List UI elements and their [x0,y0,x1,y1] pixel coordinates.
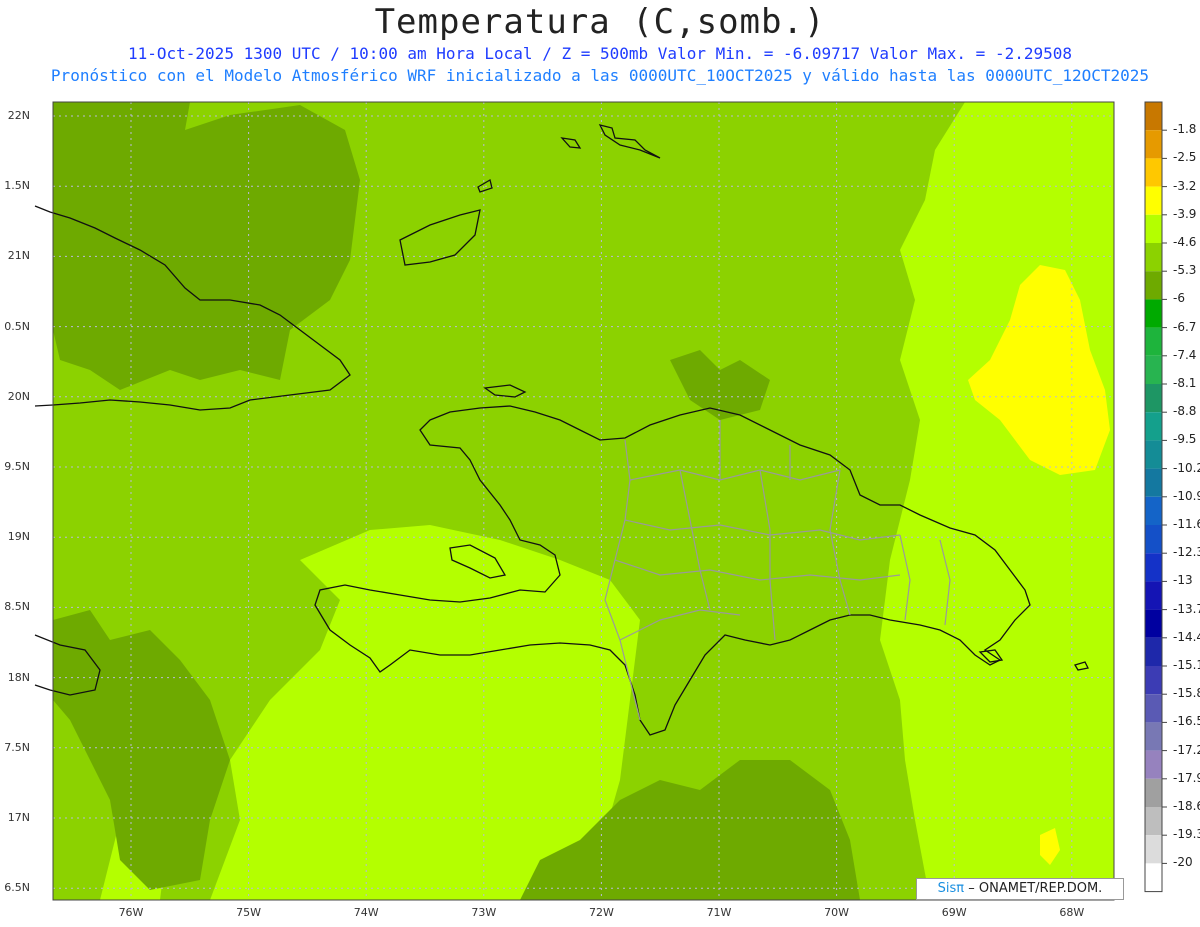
colorbar-swatch [1145,553,1162,582]
colorbar-swatch [1145,807,1162,836]
colorbar-swatch [1145,440,1162,469]
colorbar-swatch [1145,750,1162,779]
lon-label: 70W [824,906,850,919]
colorbar-label: -8.1 [1173,376,1197,390]
colorbar-label: -17.2 [1173,742,1200,757]
colorbar-label: -20 [1173,855,1193,870]
colorbar-swatch [1145,778,1162,807]
lat-label: 18N [7,670,30,684]
colorbar-label: -1.8 [1173,122,1197,137]
colorbar-swatch [1145,327,1162,356]
colorbar-label: -14.4 [1173,629,1200,644]
lon-label: 73W [471,906,497,919]
colorbar-label: -19.3 [1173,827,1200,842]
colorbar-label: -6 [1173,291,1185,306]
colorbar-swatch [1145,525,1162,554]
colorbar-swatch [1145,102,1162,131]
lat-label: 22N [7,109,30,122]
colorbar-label: -5.3 [1173,263,1197,278]
lon-label: 69W [941,906,967,919]
colorbar-label: -11.6 [1173,517,1200,531]
colorbar-swatch [1145,468,1162,497]
lat-label: 0.5N [4,319,30,333]
field-light-east [880,102,1114,900]
colorbar-swatch [1145,496,1162,525]
lon-label: 72W [588,906,614,919]
lon-label: 71W [706,906,732,919]
lat-label: 9.5N [4,460,30,473]
colorbar-label: -7.4 [1173,347,1197,362]
colorbar-swatch [1145,214,1162,243]
colorbar-swatch [1145,666,1162,695]
colorbar-label: -10.9 [1173,488,1200,503]
colorbar-swatch [1145,186,1162,215]
colorbar-swatch [1145,271,1162,300]
credit-text: – ONAMET/REP.DOM. [968,881,1103,896]
lat-label: 1.5N [4,179,30,193]
colorbar-label: -3.9 [1173,206,1197,221]
colorbar-swatch [1145,581,1162,610]
lat-label: 17N [7,811,30,824]
colorbar-label: -4.6 [1173,235,1197,249]
colorbar-swatch [1145,637,1162,666]
colorbar-label: -13.7 [1173,601,1200,616]
lon-label: 74W [353,906,379,919]
colorbar-label: -2.5 [1173,150,1197,165]
colorbar-swatch [1145,384,1162,413]
colorbar-label: -18.6 [1173,799,1200,813]
lat-label: 7.5N [4,740,30,754]
temperature-field [53,102,1114,900]
sispi-logo: Sisπ [937,881,965,896]
colorbar-label: -10.2 [1173,460,1200,475]
colorbar-label: -9.5 [1173,432,1197,447]
colorbar-label: -15.1 [1173,658,1200,672]
lat-label: 21N [7,249,30,263]
colorbar-label: -13 [1173,573,1193,588]
colorbar-swatch [1145,722,1162,751]
colorbar-swatch [1145,130,1162,159]
lon-label: 68W [1059,906,1085,919]
colorbar-swatch [1145,158,1162,187]
colorbar-label: -3.2 [1173,178,1197,193]
colorbar-label: -8.8 [1173,404,1197,419]
lon-label: 75W [236,906,262,919]
colorbar-label: -16.5 [1173,714,1200,729]
lat-label: 20N [7,389,30,403]
colorbar-label: -17.9 [1173,770,1200,785]
colorbar-label: -6.7 [1173,319,1197,334]
colorbar-swatch [1145,609,1162,638]
weather-map [34,101,1167,901]
colorbar-swatch [1145,694,1162,723]
colorbar-swatch [1145,355,1162,384]
lat-label: 6.5N [4,881,30,895]
colorbar-swatch [1145,835,1162,864]
lat-label: 8.5N [4,600,30,614]
colorbar-swatch [1145,863,1162,892]
colorbar-label: -12.3 [1173,545,1200,560]
colorbar-swatch [1145,243,1162,272]
colorbar [1144,101,1167,893]
colorbar-swatch [1145,412,1162,441]
lat-label: 19N [7,530,30,544]
colorbar-swatch [1145,299,1162,328]
lon-label: 76W [118,906,144,919]
credit-box: Sisπ – ONAMET/REP.DOM. [916,878,1124,900]
colorbar-label: -15.8 [1173,686,1200,701]
